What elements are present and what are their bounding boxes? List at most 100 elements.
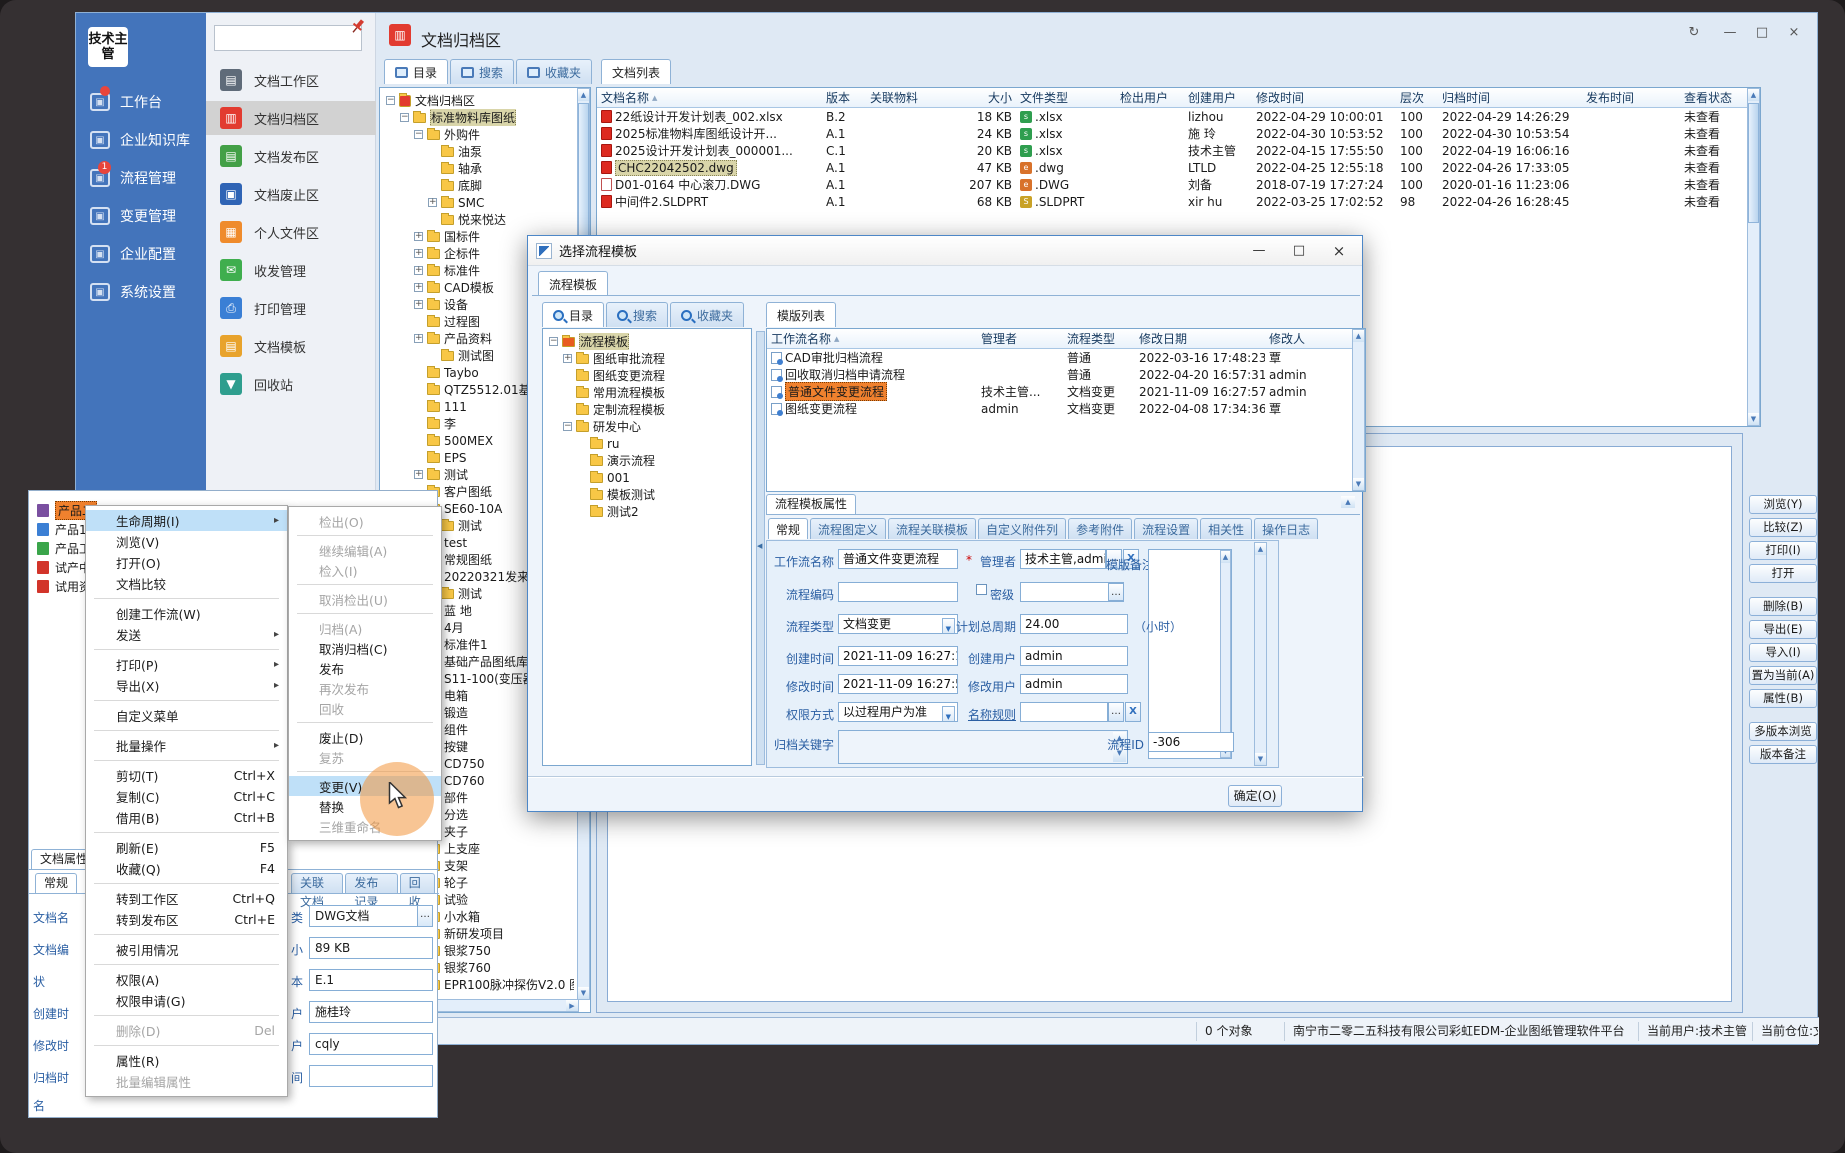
workflow-row[interactable]: 图纸变更流程 admin 文档变更 2022-04-08 17:34:36 覃 (767, 400, 1365, 417)
menu-item[interactable]: 文档比较 ▸ (86, 573, 287, 594)
menu-item[interactable]: 收藏(Q) F4 ▸ (86, 858, 287, 879)
menu-item[interactable]: 检出(O) (289, 511, 441, 531)
scroll-up-arrow[interactable]: ▲ (1341, 496, 1355, 508)
prop-tab[interactable]: 流程设置 (1134, 518, 1198, 539)
menu-item[interactable]: 检入(I) (289, 560, 441, 580)
prop-tab[interactable]: 流程图定义 (810, 518, 886, 539)
rule-clear-button[interactable]: X (1125, 702, 1141, 722)
tree-node[interactable]: + SMC (382, 194, 574, 211)
perm-dropdown[interactable]: 以过程用户为准 (838, 702, 958, 722)
doc-list-tab[interactable]: 文档列表 (601, 59, 671, 84)
menu-item[interactable]: 批量编辑属性 ▸ (86, 1071, 287, 1092)
menu-item[interactable]: ▸ (94, 832, 279, 833)
menu-item[interactable]: 借用(B) Ctrl+B ▸ (86, 807, 287, 828)
tree-expander[interactable]: + (428, 198, 437, 207)
template-list-scrollbar[interactable]: ▲ ▼ (1352, 329, 1365, 491)
menu-item[interactable]: 浏览(V) ▸ (86, 531, 287, 552)
general-tab[interactable]: 常规 (35, 873, 77, 893)
scroll-up-arrow[interactable]: ▲ (1748, 89, 1759, 101)
link-tab[interactable]: 关联文档 (291, 873, 343, 893)
menu-item[interactable]: 权限申请(G) ▸ (86, 990, 287, 1011)
menu-item[interactable]: 权限(A) ▸ (86, 969, 287, 990)
scroll-down-arrow[interactable]: ▼ (578, 987, 589, 999)
workflow-row[interactable]: CAD审批归档流程 普通 2022-03-16 17:48:23 覃 (767, 349, 1365, 366)
secret-browse-button[interactable]: … (1108, 583, 1124, 601)
nav-item[interactable]: ▦ 个人文件区 (206, 215, 376, 249)
sidebar-item[interactable]: ▣ 系统设置 (76, 273, 206, 311)
nav-item[interactable]: ▤ 文档发布区 (206, 139, 376, 173)
link-tab[interactable]: 回收 (400, 873, 435, 893)
manager-field[interactable]: 技术主管,admin (1020, 549, 1106, 569)
dialog-left-tab[interactable]: 搜索 (606, 302, 668, 327)
menu-item[interactable]: ▸ (94, 934, 279, 935)
browse-button[interactable]: … (417, 905, 433, 927)
prop-tab[interactable]: 流程关联模板 (888, 518, 976, 539)
rule-link[interactable]: 名称规则 (964, 706, 1016, 723)
dialog-minimize-button[interactable]: — (1242, 241, 1276, 261)
template-list-tab[interactable]: 模版列表 (766, 302, 836, 327)
menu-item[interactable]: ▸ (94, 598, 279, 599)
splitter[interactable]: ◀ (756, 331, 765, 765)
tree-node[interactable]: − 流程模板 (545, 333, 745, 350)
tree-node[interactable]: 轴承 (382, 160, 574, 177)
tree-node[interactable]: − 研发中心 (545, 418, 745, 435)
maximize-button[interactable]: □ (1747, 23, 1777, 43)
tree-node[interactable]: 常用流程模板 (545, 384, 745, 401)
doc-list-header[interactable]: 文档名称▲ 版本关联物料 大小文件类型 检出用户创建用户 修改时间层次 归档时间… (597, 88, 1760, 108)
action-button[interactable]: 多版本浏览 (1749, 722, 1817, 741)
dialog-left-tab[interactable]: 收藏夹 (670, 302, 744, 327)
menu-item[interactable]: 刷新(E) F5 ▸ (86, 837, 287, 858)
menu-item[interactable]: 发送 ▸ (86, 624, 287, 645)
action-button[interactable]: 导入(I) (1749, 643, 1817, 662)
prop-tab[interactable]: 操作日志 (1254, 518, 1318, 539)
tree-node[interactable]: − 标准物料库图纸 (382, 109, 574, 126)
tree-expander[interactable]: + (414, 334, 423, 343)
menu-item[interactable]: 回收 (289, 698, 441, 718)
action-button[interactable]: 版本备注 (1749, 745, 1817, 764)
action-button[interactable]: 导出(E) (1749, 620, 1817, 639)
mtime-field[interactable]: 2021-11-09 16:27:57 (838, 674, 958, 694)
minimize-button[interactable]: — (1715, 23, 1745, 43)
keyword-field[interactable]: ▲ ▼ (838, 730, 1128, 764)
dialog-main-tab[interactable]: 流程模板 (538, 271, 608, 296)
nav-item[interactable]: ▣ 文档废止区 (206, 177, 376, 211)
menu-item[interactable]: 打印(P) ▸ (86, 654, 287, 675)
menu-item[interactable] (297, 535, 433, 536)
tree-expander[interactable]: − (386, 96, 395, 105)
tree-expander[interactable]: − (563, 422, 572, 431)
nav-item[interactable]: ▤ 文档模板 (206, 329, 376, 363)
menu-item[interactable]: 复苏 (289, 747, 441, 767)
menu-item[interactable]: 自定义菜单 ▸ (86, 705, 287, 726)
prop-field[interactable]: DWG文档 (309, 905, 433, 927)
tree-expander[interactable]: + (414, 300, 423, 309)
menu-item[interactable]: 属性(R) ▸ (86, 1050, 287, 1071)
prop-field[interactable]: E.1 (309, 969, 433, 991)
nav-item[interactable]: ✉ 收发管理 (206, 253, 376, 287)
menu-item[interactable]: ▸ (94, 1015, 279, 1016)
link-tab[interactable]: 发布记录 (345, 873, 397, 893)
scroll-up-arrow[interactable]: ▲ (1353, 330, 1364, 342)
template-props-tab[interactable]: 流程模板属性 (766, 494, 856, 514)
tree-expander[interactable]: + (414, 283, 423, 292)
scroll-thumb[interactable] (1748, 103, 1759, 223)
ok-button[interactable]: 确定(O) (1228, 785, 1282, 807)
tree-node[interactable]: − 文档归档区 (382, 92, 574, 109)
sidebar-item[interactable]: ▣ 1 流程管理 (76, 159, 206, 197)
prop-scrollbar[interactable]: ▲ ▼ (1254, 542, 1267, 766)
prop-field[interactable]: 89 KB (309, 937, 433, 959)
nav-item[interactable]: ▤ 文档工作区 (206, 63, 376, 97)
menu-item[interactable]: 删除(D) Del ▸ (86, 1020, 287, 1041)
menu-item[interactable]: 继续编辑(A) (289, 540, 441, 560)
workspace-tab[interactable]: 目录 (384, 59, 448, 84)
type-dropdown[interactable]: 文档变更 (838, 614, 958, 634)
prop-field[interactable]: cqly (309, 1033, 433, 1055)
menu-item[interactable]: ▸ (94, 1045, 279, 1046)
scroll-down-arrow[interactable]: ▼ (1255, 753, 1266, 765)
tree-node[interactable]: 演示流程 (545, 452, 745, 469)
action-button[interactable]: 打开 (1749, 564, 1817, 583)
tree-expander[interactable]: + (414, 232, 423, 241)
secret-checkbox[interactable] (976, 584, 987, 595)
tree-node[interactable]: 图纸变更流程 (545, 367, 745, 384)
nav-item[interactable]: ⎙ 打印管理 (206, 291, 376, 325)
menu-item[interactable]: ▸ (94, 649, 279, 650)
